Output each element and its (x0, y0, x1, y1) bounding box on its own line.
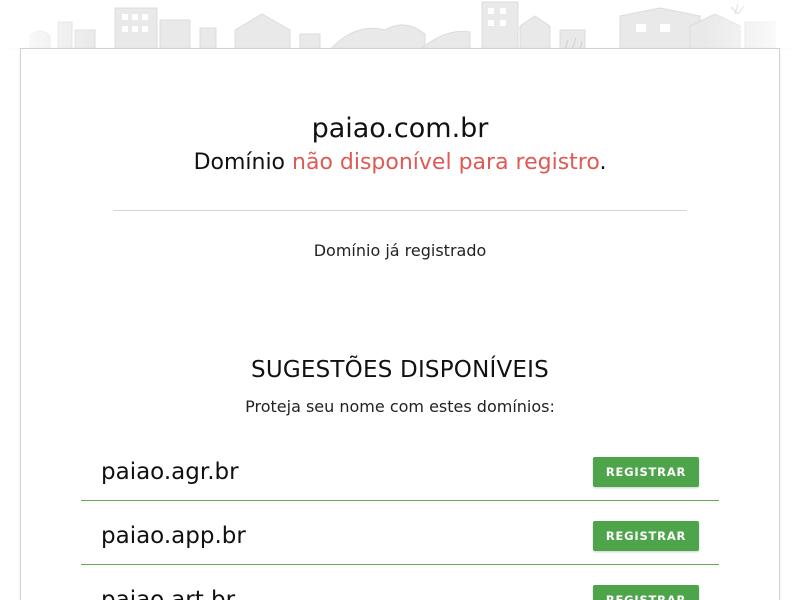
registration-detail: Domínio já registrado (313, 241, 487, 260)
status-unavailable-text: não disponível para registro (292, 150, 600, 175)
register-button[interactable]: REGISTRAR (593, 585, 699, 600)
register-button[interactable]: REGISTRAR (593, 521, 699, 551)
suggestions-list: paiao.agr.br REGISTRAR paiao.app.br REGI… (81, 437, 719, 600)
status-prefix: Domínio (193, 150, 293, 175)
suggestions-title: SUGESTÕES DISPONÍVEIS (251, 357, 549, 383)
section-divider (113, 210, 687, 211)
suggestion-row: paiao.agr.br REGISTRAR (81, 437, 719, 501)
searched-domain: paiao.com.br (311, 113, 489, 144)
availability-status: Domínio não disponível para registro. (21, 148, 779, 178)
suggestion-domain-name: paiao.art.br (101, 587, 236, 600)
suggestion-domain-name: paiao.app.br (101, 523, 246, 549)
register-button[interactable]: REGISTRAR (593, 457, 699, 487)
suggestions-subtitle: Proteja seu nome com estes domínios: (245, 397, 555, 416)
suggestion-domain-name: paiao.agr.br (101, 459, 239, 485)
result-card: paiao.com.br Domínio não disponível para… (20, 48, 780, 600)
status-suffix: . (599, 150, 607, 175)
suggestion-row: paiao.art.br REGISTRAR (81, 565, 719, 600)
suggestion-row: paiao.app.br REGISTRAR (81, 501, 719, 565)
skyline-illustration (0, 0, 800, 50)
page: paiao.com.br Domínio não disponível para… (0, 0, 800, 600)
